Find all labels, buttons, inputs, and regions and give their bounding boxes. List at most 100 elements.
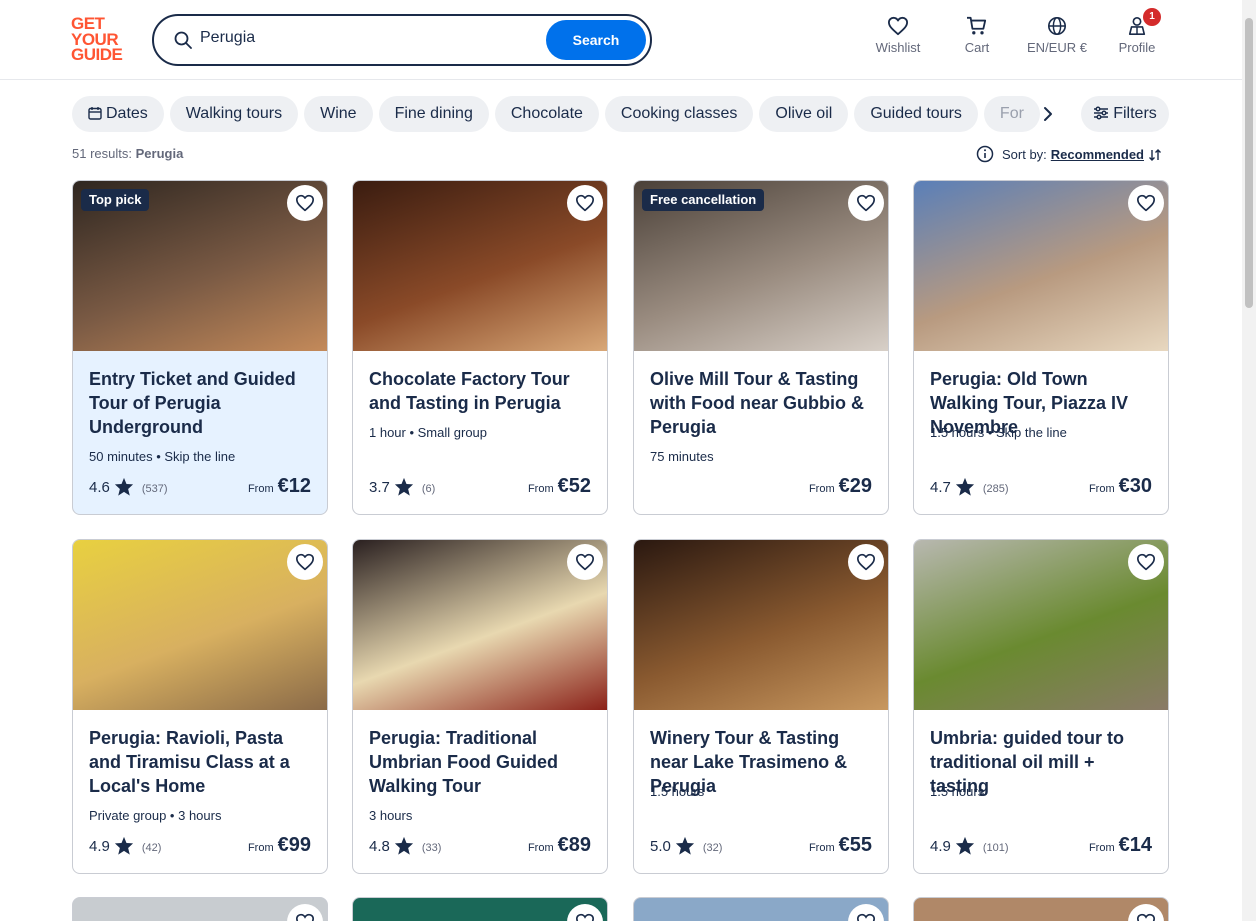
star-icon	[114, 836, 133, 855]
activity-card[interactable]: Umbria: guided tour to traditional oil m…	[913, 539, 1169, 874]
chip-chocolate[interactable]: Chocolate	[494, 96, 599, 132]
filters-button[interactable]: Filters	[1081, 96, 1169, 132]
cart-link[interactable]: Cart	[958, 16, 996, 55]
review-count: (32)	[702, 842, 723, 854]
rating-value: 5.0	[650, 838, 671, 855]
rating-value: 4.9	[930, 838, 951, 855]
activity-title[interactable]: Perugia: Ravioli, Pasta and Tiramisu Cla…	[89, 726, 317, 798]
logo-line-3: GUIDE	[71, 45, 123, 64]
chip-dates[interactable]: Dates	[72, 96, 164, 132]
wishlist-label: Wishlist	[875, 40, 921, 55]
page-scrollbar[interactable]	[1242, 0, 1256, 921]
star-icon	[114, 477, 133, 496]
chip-olive-oil[interactable]: Olive oil	[759, 96, 849, 132]
wishlist-button[interactable]	[1128, 904, 1164, 921]
site-header: GET YOUR GUIDE Search Wishlist Cart EN/E…	[0, 0, 1242, 80]
star-icon	[394, 836, 413, 855]
price-amount: €89	[557, 834, 591, 856]
activity-meta: 75 minutes	[650, 449, 714, 464]
star-icon	[955, 836, 974, 855]
activity-meta: 50 minutes • Skip the line	[89, 449, 236, 464]
wishlist-button[interactable]	[287, 544, 323, 580]
activity-rating: 4.8 (33)	[369, 836, 441, 855]
wishlist-link[interactable]: Wishlist	[872, 16, 924, 55]
wishlist-button[interactable]	[567, 544, 603, 580]
activity-card[interactable]: Free cancellation Olive Mill Tour & Tasti…	[633, 180, 889, 515]
heart-icon	[296, 553, 314, 571]
info-icon[interactable]	[976, 145, 994, 163]
chip-fine-dining[interactable]: Fine dining	[378, 96, 489, 132]
sort-arrows-icon[interactable]	[1148, 148, 1162, 162]
heart-icon	[1137, 194, 1155, 212]
profile-link[interactable]: Profile 1	[1114, 8, 1161, 55]
rating-value: 3.7	[369, 479, 390, 496]
wishlist-button[interactable]	[848, 185, 884, 221]
heart-icon	[856, 194, 875, 212]
activity-card[interactable]: Winery Tour & Tasting near Lake Trasimen…	[633, 539, 889, 874]
heart-icon	[575, 553, 594, 571]
price-prefix: From	[527, 842, 554, 854]
wishlist-button[interactable]	[848, 904, 884, 921]
activity-meta: 1.5 hours	[930, 784, 985, 799]
activity-card-partial[interactable]	[352, 897, 608, 921]
scrollbar-thumb[interactable]	[1245, 18, 1253, 308]
cart-label: Cart	[964, 40, 990, 55]
price-prefix: From	[1088, 842, 1115, 854]
activity-card[interactable]: Perugia: Old Town Walking Tour, Piazza I…	[913, 180, 1169, 515]
heart-icon	[1137, 553, 1155, 571]
activity-card[interactable]: Perugia: Ravioli, Pasta and Tiramisu Cla…	[72, 539, 328, 874]
search-button[interactable]: Search	[546, 20, 646, 60]
price-prefix: From	[247, 483, 274, 495]
price-amount: €29	[838, 475, 872, 497]
activity-price: From €29	[809, 475, 872, 498]
activity-card-partial[interactable]	[72, 897, 328, 921]
search-input[interactable]	[200, 29, 540, 47]
activity-card[interactable]: Top pick Entry Ticket and Guided Tour of …	[72, 180, 328, 515]
chip-guided-tours[interactable]: Guided tours	[854, 96, 978, 132]
wishlist-button[interactable]	[567, 904, 603, 921]
sort-value[interactable]: Recommended	[1051, 147, 1144, 162]
review-count: (42)	[141, 842, 162, 854]
activity-title[interactable]: Chocolate Factory Tour and Tasting in Pe…	[369, 367, 597, 415]
chip-label: Dates	[106, 105, 148, 122]
review-count: (6)	[421, 483, 436, 495]
activity-title[interactable]: Olive Mill Tour & Tasting with Food near…	[650, 367, 878, 439]
activity-rating: 4.9 (42)	[89, 836, 161, 855]
rating-value: 4.8	[369, 838, 390, 855]
price-amount: €14	[1118, 834, 1152, 856]
language-currency-selector[interactable]: EN/EUR €	[1022, 16, 1092, 55]
card-badge: Free cancellation	[642, 189, 765, 211]
activity-card[interactable]: Perugia: Traditional Umbrian Food Guided…	[352, 539, 608, 874]
wishlist-button[interactable]	[1128, 185, 1164, 221]
heart-icon	[856, 553, 875, 571]
star-icon	[675, 836, 694, 855]
activity-rating: 4.6 (537)	[89, 477, 168, 496]
chip-walking-tours[interactable]: Walking tours	[169, 96, 299, 132]
results-count: 51 results: Perugia	[72, 146, 183, 161]
activity-title[interactable]: Perugia: Traditional Umbrian Food Guided…	[369, 726, 597, 798]
activity-meta: 1 hour • Small group	[369, 425, 488, 440]
activity-price: From €12	[248, 475, 311, 498]
sort-control[interactable]: Sort by: Recommended	[976, 145, 1162, 163]
price-prefix: From	[527, 483, 554, 495]
activity-price: From €99	[248, 834, 311, 857]
activity-price: From €89	[528, 834, 591, 857]
getyourguide-logo[interactable]: GET YOUR GUIDE	[71, 15, 129, 64]
chevron-right-icon[interactable]	[1034, 100, 1062, 128]
activity-card-partial[interactable]	[913, 897, 1169, 921]
wishlist-button[interactable]	[287, 904, 323, 921]
activity-card[interactable]: Chocolate Factory Tour and Tasting in Pe…	[352, 180, 608, 515]
activity-card-partial[interactable]	[633, 897, 889, 921]
review-count: (285)	[982, 483, 1009, 495]
chip-wine[interactable]: Wine	[304, 96, 373, 132]
activity-title[interactable]: Entry Ticket and Guided Tour of Perugia …	[89, 367, 317, 439]
wishlist-button[interactable]	[1128, 544, 1164, 580]
activity-price: From €55	[809, 834, 872, 857]
wishlist-button[interactable]	[848, 544, 884, 580]
chip-for[interactable]: For	[983, 96, 1040, 132]
globe-icon	[1048, 17, 1066, 35]
wishlist-button[interactable]	[287, 185, 323, 221]
search-bar: Search	[152, 14, 652, 66]
wishlist-button[interactable]	[567, 185, 603, 221]
chip-cooking-classes[interactable]: Cooking classes	[604, 96, 754, 132]
